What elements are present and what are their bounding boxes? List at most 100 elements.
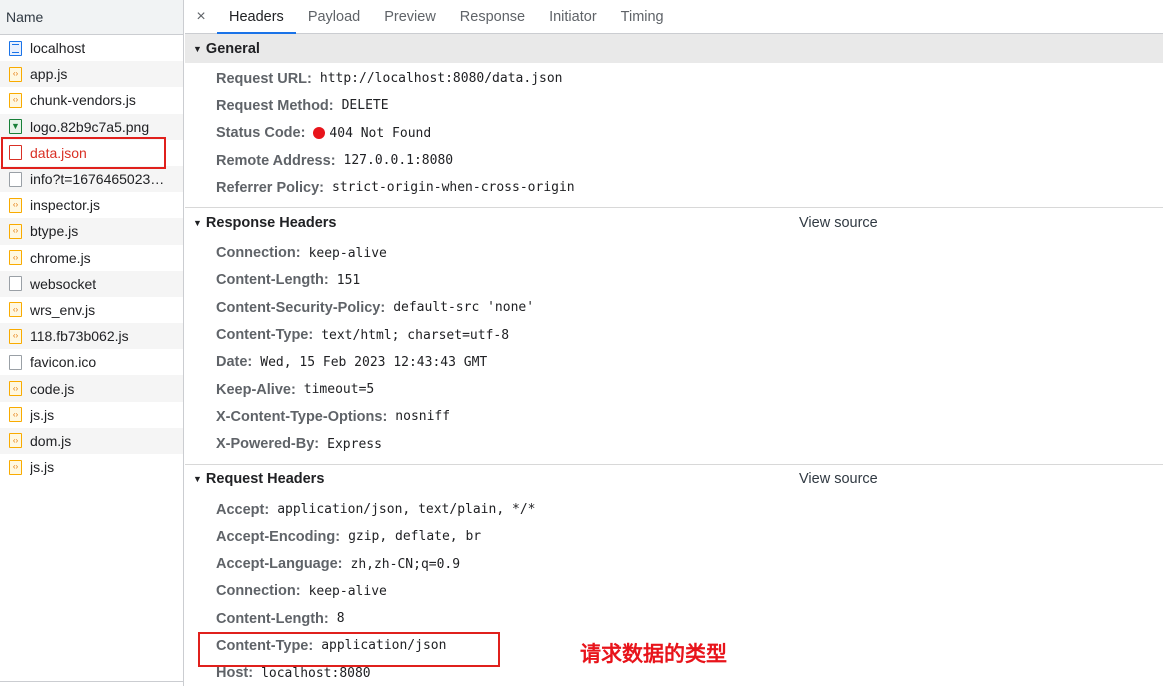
header-row: Accept-Language: zh,zh-CN;q=0.9 [185, 550, 1163, 577]
header-key: X-Content-Type-Options: [216, 408, 388, 425]
status-error-icon [313, 127, 326, 140]
request-name: app.js [30, 66, 68, 83]
header-key: Request Method: [216, 97, 334, 114]
script-icon [9, 223, 22, 239]
tab-response[interactable]: Response [448, 0, 537, 34]
header-key: Content-Security-Policy: [216, 299, 386, 316]
request-name: info?t=1676465023… [30, 171, 165, 188]
request-row[interactable]: localhost [0, 35, 183, 61]
request-row[interactable]: chunk-vendors.js [0, 87, 183, 113]
header-value: strict-origin-when-cross-origin [332, 180, 575, 196]
header-value: application/json, text/plain, */* [277, 502, 536, 517]
expand-triangle-icon: ▼ [193, 217, 202, 228]
header-key: Request URL: [216, 70, 312, 87]
request-row[interactable]: code.js [0, 375, 183, 402]
header-key: Connection: [216, 245, 301, 262]
request-name: code.js [30, 380, 75, 397]
request-name: wrs_env.js [30, 301, 96, 318]
request-name: chunk-vendors.js [30, 92, 136, 109]
annotation-text: 请求数据的类型 [580, 642, 727, 666]
detail-tab-bar: × Headers Payload Preview Response Initi… [185, 0, 1163, 34]
divider [0, 681, 183, 682]
header-row: Content-Length: 151 [185, 267, 1163, 294]
tab-payload[interactable]: Payload [296, 0, 372, 34]
header-key: Content-Length: [216, 272, 329, 289]
header-value: 151 [336, 272, 361, 288]
header-key: Accept-Language: [216, 556, 343, 573]
header-value: DELETE [341, 98, 389, 114]
request-row[interactable]: logo.82b9c7a5.png [0, 113, 183, 140]
request-row[interactable]: chrome.js [0, 245, 183, 271]
header-row: X-Content-Type-Options: nosniff [185, 403, 1163, 430]
header-key: Referrer Policy: [216, 179, 324, 196]
header-row: Content-Security-Policy: default-src 'non… [185, 294, 1163, 321]
request-row[interactable]: btype.js [0, 218, 183, 245]
header-row: Date: Wed, 15 Feb 2023 12:43:43 GMT [185, 349, 1163, 376]
header-row: Request URL: http://localhost:8080/data.j… [185, 65, 1163, 92]
headers-panel: ▼ General Request URL: http://localhost:8… [185, 34, 1163, 686]
request-row[interactable]: info?t=1676465023… [0, 165, 183, 193]
view-source-link[interactable]: View source [799, 215, 878, 231]
section-title: General [205, 40, 260, 57]
script-icon [9, 197, 22, 213]
script-icon [9, 250, 22, 266]
header-value: nosniff [395, 409, 451, 425]
request-list-panel: Name localhost app.js chunk-vendors.js l… [0, 0, 184, 686]
header-value: Wed, 15 Feb 2023 12:43:43 GMT [260, 354, 488, 370]
request-row[interactable]: websocket [0, 270, 183, 297]
header-value: http://localhost:8080/data.json [319, 71, 563, 87]
header-key: Status Code: [216, 125, 306, 142]
header-value: 127.0.0.1:8080 [343, 153, 454, 169]
request-name: logo.82b9c7a5.png [30, 118, 150, 135]
request-row[interactable]: favicon.ico [0, 349, 183, 375]
header-value: default-src 'none' [393, 300, 535, 316]
header-row: Status Code: 404 Not Found [185, 120, 1163, 147]
request-row[interactable]: app.js [0, 61, 183, 88]
header-row: Content-Type: text/html; charset=utf-8 [185, 321, 1163, 348]
header-value: timeout=5 [303, 382, 375, 398]
header-row: Referrer Policy: strict-origin-when-cross… [185, 174, 1163, 201]
request-row[interactable]: 118.fb73b062.js [0, 323, 183, 350]
request-headers-section-header[interactable]: ▼ Request Headers View source [185, 465, 1163, 494]
header-key: Accept-Encoding: [216, 528, 341, 545]
tab-preview[interactable]: Preview [372, 0, 448, 34]
header-key: Date: [216, 354, 253, 371]
request-name: dom.js [30, 432, 72, 449]
expand-triangle-icon: ▼ [193, 474, 202, 485]
tab-initiator[interactable]: Initiator [537, 0, 609, 34]
request-name: data.json [30, 144, 87, 161]
header-row: Keep-Alive: timeout=5 [185, 376, 1163, 403]
file-icon [9, 354, 22, 370]
request-row[interactable]: js.js [0, 402, 183, 428]
header-key: Content-Length: [216, 610, 329, 627]
request-name: chrome.js [30, 249, 91, 266]
header-value: gzip, deflate, br [348, 529, 482, 545]
close-icon[interactable]: × [185, 8, 217, 26]
tab-timing[interactable]: Timing [609, 0, 676, 34]
header-key: Accept: [216, 501, 270, 518]
section-title: Request Headers [205, 471, 325, 488]
file-icon [9, 276, 22, 292]
expand-triangle-icon: ▼ [193, 43, 202, 54]
header-key: Connection: [216, 583, 301, 600]
tab-headers[interactable]: Headers [217, 0, 296, 34]
view-source-link[interactable]: View source [799, 471, 878, 487]
script-icon [9, 381, 22, 397]
file-error-icon [9, 145, 22, 161]
header-key: Content-Type: [216, 327, 314, 344]
request-row[interactable]: js.js [0, 454, 183, 480]
request-row[interactable]: wrs_env.js [0, 297, 183, 323]
header-value: localhost:8080 [261, 665, 371, 681]
response-headers-section-header[interactable]: ▼ Response Headers View source [185, 208, 1163, 237]
header-row: Connection: keep-alive [185, 578, 1163, 605]
script-icon [9, 302, 22, 318]
request-row-data-json[interactable]: data.json [0, 140, 183, 166]
header-key: Host: [216, 665, 254, 682]
script-icon [9, 328, 22, 344]
general-section-header[interactable]: ▼ General [185, 34, 1163, 63]
name-column-header[interactable]: Name [0, 0, 183, 35]
request-list: localhost app.js chunk-vendors.js logo.8… [0, 35, 183, 480]
request-row[interactable]: inspector.js [0, 192, 183, 218]
header-row: Content-Length: 8 [185, 605, 1163, 632]
request-row[interactable]: dom.js [0, 427, 183, 454]
